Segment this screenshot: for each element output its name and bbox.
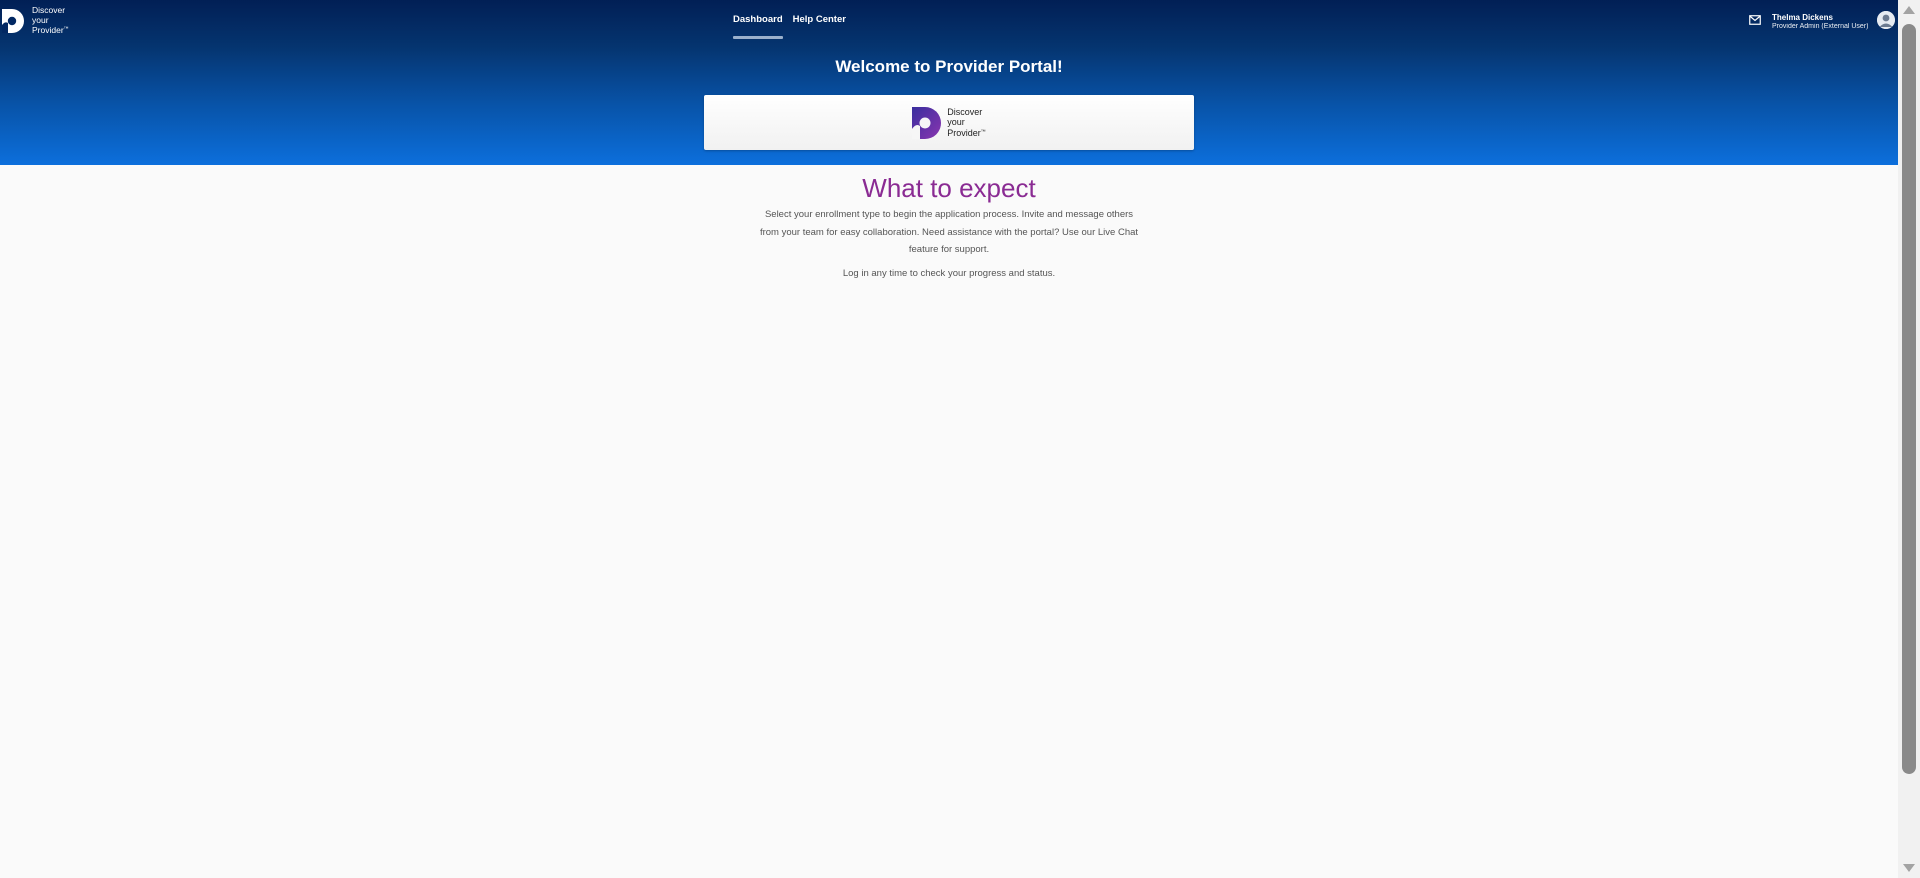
mail-icon[interactable]: [1749, 15, 1761, 25]
vertical-scrollbar[interactable]: [1898, 0, 1920, 878]
main-nav: Dashboard Help Center: [733, 14, 856, 39]
logo-card-line-3: Provider: [947, 128, 981, 138]
user-name: Thelma Dickens: [1772, 13, 1833, 22]
nav-help-center[interactable]: Help Center: [793, 14, 846, 39]
brand-logo-card: Discover your Provider™: [704, 95, 1194, 150]
header-logo[interactable]: Discover your Provider™: [2, 5, 69, 36]
scroll-up-icon[interactable]: [1903, 6, 1915, 14]
nav-dashboard[interactable]: Dashboard: [733, 14, 783, 39]
user-avatar-icon: [1877, 11, 1895, 29]
page-title: Welcome to Provider Portal!: [835, 57, 1063, 76]
logo-card-trademark: ™: [980, 129, 986, 135]
brand-logo-icon: [2, 8, 24, 33]
scrollbar-thumb[interactable]: [1902, 24, 1916, 774]
scroll-down-icon[interactable]: [1903, 864, 1915, 872]
user-role: Provider Admin (External User): [1772, 23, 1869, 30]
user-info[interactable]: Thelma Dickens Provider Admin (External …: [1772, 13, 1868, 31]
avatar[interactable]: [1877, 11, 1895, 29]
logo-card-line-2: your: [947, 117, 965, 127]
section-description: Select your enrollment type to begin the…: [759, 209, 1139, 255]
brand-logo-icon: [912, 106, 942, 139]
section-heading: What to expect: [862, 173, 1036, 203]
logo-trademark: ™: [63, 26, 69, 32]
hero-banner: Discover your Provider™ Dashboard Help C…: [0, 0, 1898, 165]
logo-card-line-1: Discover: [947, 107, 983, 117]
logo-line-3: Provider: [32, 25, 64, 35]
logo-line-2: your: [32, 14, 49, 25]
progress-note: Log in any time to check your progress a…: [842, 268, 1056, 279]
